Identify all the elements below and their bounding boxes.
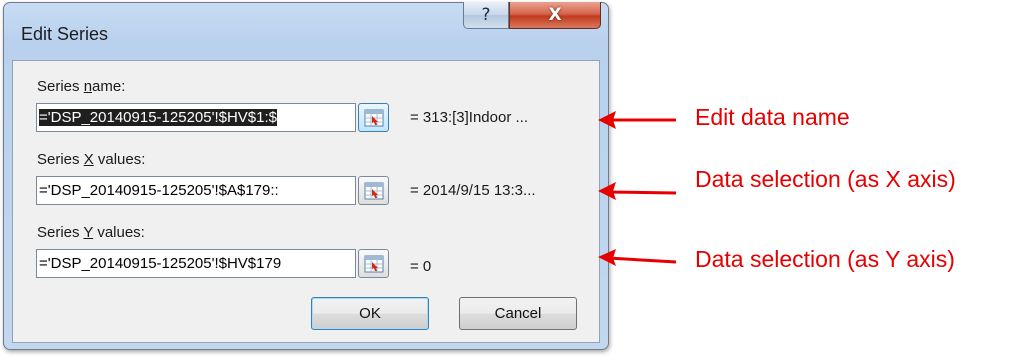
arrow-edit-name (598, 111, 676, 129)
annotation-edit-data-name: Edit data name (695, 104, 850, 130)
arrow-y-values (598, 249, 677, 266)
annotation-x-axis: Data selection (as X axis) (695, 166, 956, 192)
stage: Edit Series ? X Series name: ='DSP_20140… (0, 0, 1013, 356)
annotation-y-axis: Data selection (as Y axis) (695, 246, 955, 272)
arrow-x-values (598, 182, 677, 200)
